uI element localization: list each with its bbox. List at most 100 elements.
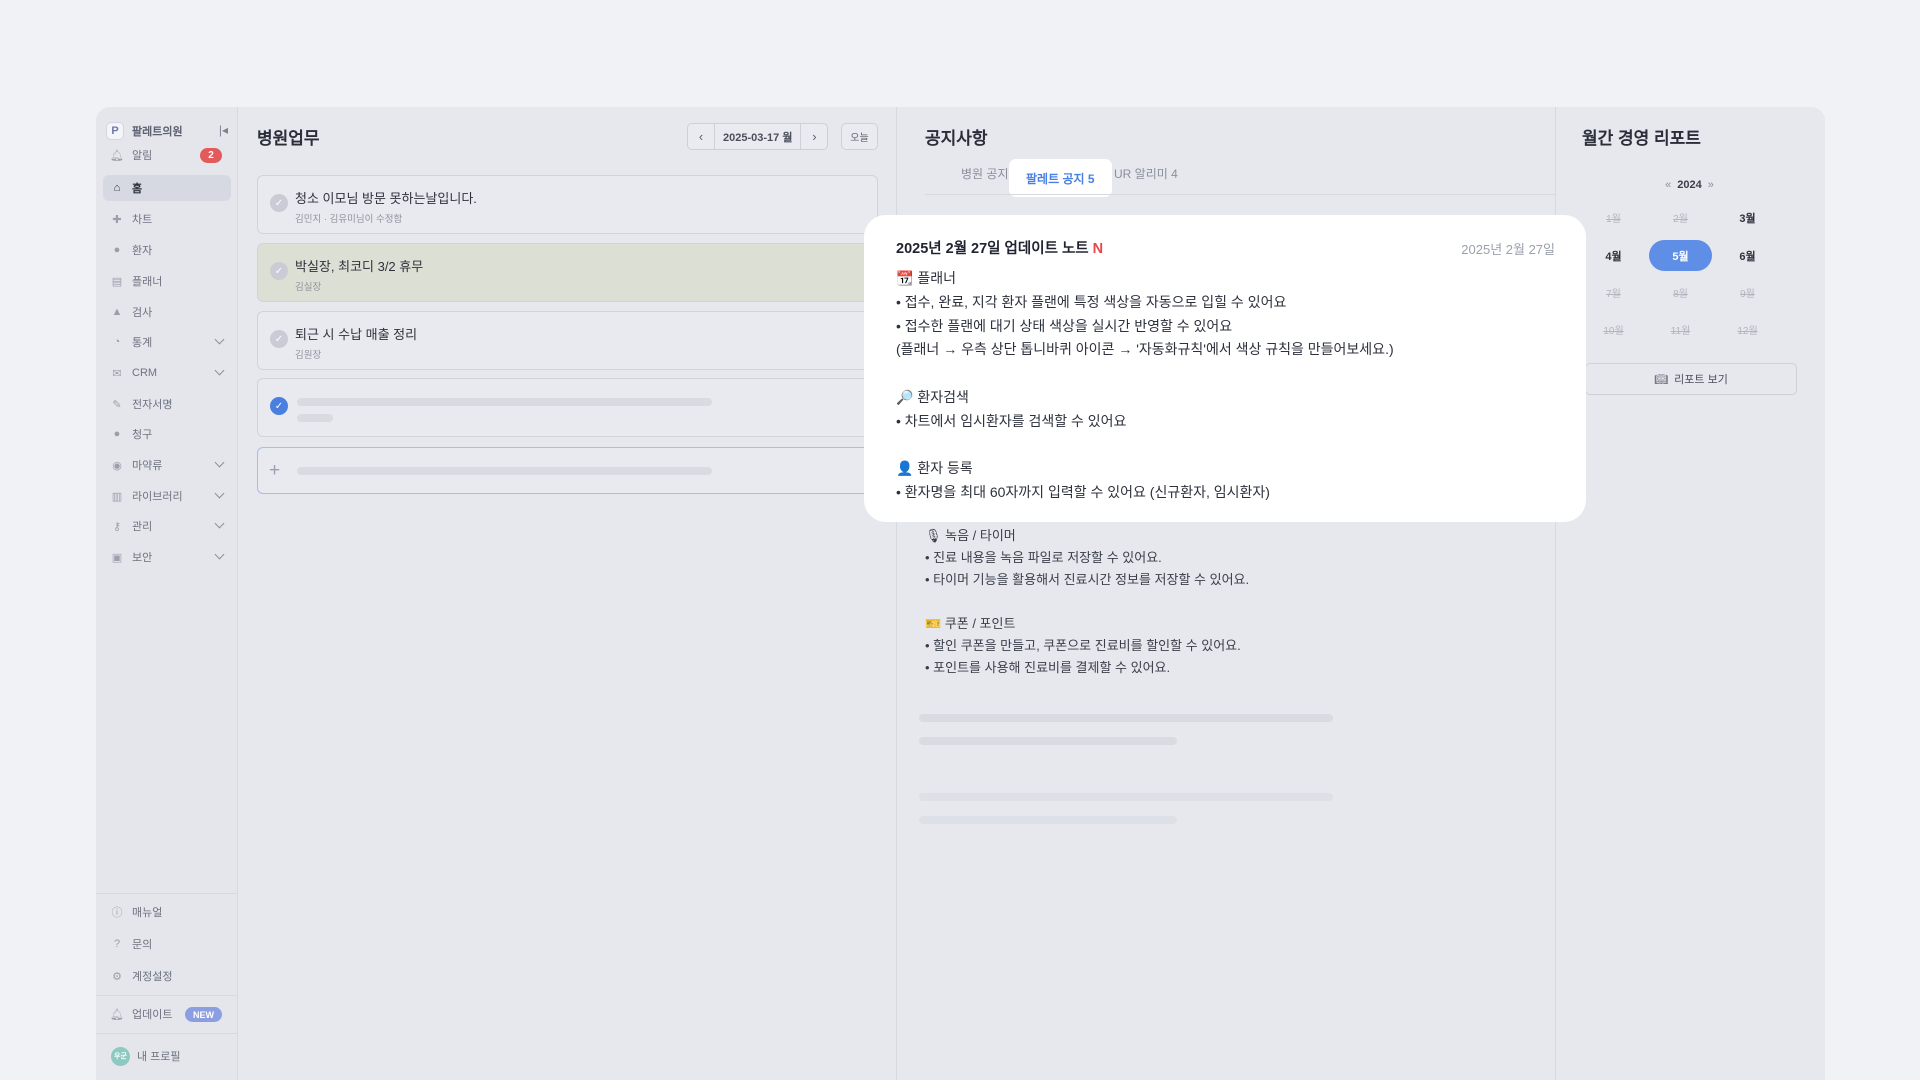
sidebar-item-library[interactable]: ▥ 라이브러리 (103, 483, 231, 509)
sidebar-item-notifications[interactable]: 🔔︎ 알림 2 (103, 142, 231, 168)
skeleton-line (919, 816, 1177, 824)
popup-line: • 접수, 완료, 지각 환자 플랜에 특정 색상을 자동으로 입힐 수 있어요 (896, 294, 1287, 310)
popup-line: • 차트에서 임시환자를 검색할 수 있어요 (896, 413, 1127, 429)
sidebar-divider (96, 1033, 238, 1034)
task-author: 김실장 (295, 282, 322, 293)
task-author: 김민지 · 김유미님이 수정함 (295, 214, 403, 225)
sidebar-item-update[interactable]: 🔔︎ 업데이트 NEW (103, 1001, 231, 1027)
sidebar-item-narcotics[interactable]: ◉ 마약류 (103, 452, 231, 478)
popup-date: 2025년 2월 27일 (1461, 242, 1555, 257)
chevron-down-icon (214, 549, 225, 560)
sidebar-item-patient[interactable]: ● 환자 (103, 237, 231, 263)
sidebar-item-account-settings[interactable]: ⚙ 계정설정 (103, 963, 231, 989)
plus-icon: + (269, 460, 281, 481)
month-button[interactable]: 4월 (1582, 240, 1645, 271)
sidebar-item-label: 검사 (132, 307, 153, 319)
mail-icon: ✉ (112, 367, 122, 380)
sidebar-item-esign[interactable]: ✎ 전자서명 (103, 391, 231, 417)
prev-year-button[interactable]: « (1665, 179, 1671, 191)
sidebar-item-label: 알림 (132, 150, 153, 162)
brand[interactable]: P 팔레트의원 |◂ (106, 120, 228, 142)
tab-ur-notifier[interactable]: UR 알리미 4 (1114, 159, 1178, 187)
person-icon: ● (113, 244, 121, 256)
update-note-popup[interactable]: 2025년 2월 27일 업데이트 노트 N 2025년 2월 27일 📆 플래너… (864, 215, 1586, 522)
home-icon: ⌂ (113, 182, 121, 194)
sidebar-item-label: 청구 (132, 429, 153, 441)
new-badge: NEW (185, 1007, 222, 1022)
task-item[interactable]: ✓ 퇴근 시 수납 매출 정리 김원장 (257, 311, 878, 370)
check-icon: ✓ (270, 397, 288, 415)
sidebar-item-security[interactable]: ▣ 보안 (103, 544, 231, 570)
sidebar-item-home[interactable]: ⌂ 홈 (103, 175, 231, 201)
planner-icon: ▤ (111, 275, 123, 288)
task-author: 김원장 (295, 350, 322, 361)
task-item[interactable]: ✓ 박실장, 최코디 3/2 휴무 김실장 (257, 243, 878, 302)
month-button: 9월 (1740, 289, 1755, 300)
chart-cross-icon: ✚ (112, 213, 122, 226)
popup-heading: 👤 환자 등록 (896, 460, 973, 476)
sidebar-item-chart[interactable]: ✚ 차트 (103, 206, 231, 232)
sidebar-item-planner[interactable]: ▤ 플래너 (103, 268, 231, 294)
skeleton-line (297, 398, 712, 406)
month-button: 12월 (1737, 326, 1758, 337)
check-icon[interactable]: ✓ (270, 262, 288, 280)
sidebar-item-label: 보안 (132, 552, 153, 564)
hospital-tasks-panel: 병원업무 ‹ 2025-03-17 월 › 오늘 ✓ 청소 이모님 방문 못하는… (239, 107, 897, 1080)
view-report-button[interactable]: 📖︎ 리포트 보기 (1585, 363, 1797, 395)
notice-heading: 🎫 쿠폰 / 포인트 (925, 616, 1016, 631)
info-icon: ⓘ (111, 907, 123, 919)
sidebar-item-label: CRM (132, 367, 158, 379)
sidebar: P 팔레트의원 |◂ 🔔︎ 알림 2 ⌂ 홈 ✚ 차트 ● 환자 ▤ 플래너 ▲… (96, 107, 238, 1080)
sidebar-item-inquiry[interactable]: ? 문의 (103, 931, 231, 957)
book-icon: ▥ (111, 490, 123, 503)
check-icon[interactable]: ✓ (270, 330, 288, 348)
sidebar-item-manage[interactable]: ⚷ 관리 (103, 513, 231, 539)
chevron-down-icon (214, 457, 225, 468)
skeleton-line (919, 714, 1333, 722)
month-button: 1월 (1606, 214, 1621, 225)
notice-line: • 타이머 기능을 활용해서 진료시간 정보를 저장할 수 있어요. (925, 572, 1250, 587)
sidebar-item-exam[interactable]: ▲ 검사 (103, 299, 231, 325)
notice-heading: 🎙 녹음 / 타이머 (925, 528, 1016, 543)
book-open-icon: 📖︎ (1654, 373, 1669, 386)
today-button[interactable]: 오늘 (841, 123, 878, 150)
next-year-button[interactable]: » (1708, 179, 1714, 191)
sidebar-item-crm[interactable]: ✉ CRM (103, 360, 231, 386)
tab-palette-notice[interactable]: 팔레트 공지 5 (1009, 159, 1112, 197)
month-button: 2월 (1673, 214, 1688, 225)
sidebar-item-label: 차트 (132, 214, 153, 226)
add-task-input[interactable]: + (257, 447, 878, 494)
sidebar-item-manual[interactable]: ⓘ 매뉴얼 (103, 899, 231, 925)
gear-icon: ⚙ (112, 970, 122, 983)
check-icon[interactable]: ✓ (270, 194, 288, 212)
year-selector: « 2024 » (1557, 179, 1822, 191)
next-date-button[interactable]: › (801, 124, 827, 149)
popup-line: • 환자명을 최대 60자까지 입력할 수 있어요 (신규환자, 임시환자) (896, 484, 1270, 500)
notice-line: • 진료 내용을 녹음 파일로 저장할 수 있어요. (925, 550, 1162, 565)
sidebar-item-claim[interactable]: ● 청구 (103, 421, 231, 447)
page-title: 병원업무 (257, 129, 320, 148)
collapse-sidebar-icon[interactable]: |◂ (219, 123, 228, 137)
month-button: 10월 (1603, 326, 1624, 337)
month-button[interactable]: 3월 (1716, 202, 1779, 233)
brand-logo: P (106, 122, 124, 140)
month-button[interactable]: 6월 (1716, 240, 1779, 271)
skeleton-line (297, 414, 333, 422)
sidebar-item-label: 라이브러리 (132, 491, 183, 503)
tab-hospital-notice[interactable]: 병원 공지 (961, 159, 1009, 187)
notification-badge: 2 (200, 148, 222, 163)
sidebar-item-label: 문의 (132, 939, 153, 951)
current-date[interactable]: 2025-03-17 월 (714, 124, 802, 149)
task-item[interactable]: ✓ 청소 이모님 방문 못하는날입니다. 김민지 · 김유미님이 수정함 (257, 175, 878, 234)
sidebar-item-label: 계정설정 (132, 971, 173, 983)
question-icon: ? (113, 938, 121, 950)
avatar: 우군 (111, 1046, 130, 1066)
sidebar-item-label: 내 프로필 (137, 1051, 181, 1063)
prev-date-button[interactable]: ‹ (688, 124, 714, 149)
popup-line: (플래너 → 우측 상단 톱니바퀴 아이콘 → '자동화규칙'에서 색상 규칙을… (896, 341, 1394, 357)
month-button: 11월 (1670, 326, 1691, 337)
sidebar-item-profile[interactable]: 우군 내 프로필 (103, 1043, 231, 1069)
sidebar-item-stats[interactable]: ◔ 통계 (103, 329, 231, 355)
month-button[interactable]: 5월 (1649, 240, 1712, 271)
task-title: 청소 이모님 방문 못하는날입니다. (295, 191, 477, 206)
